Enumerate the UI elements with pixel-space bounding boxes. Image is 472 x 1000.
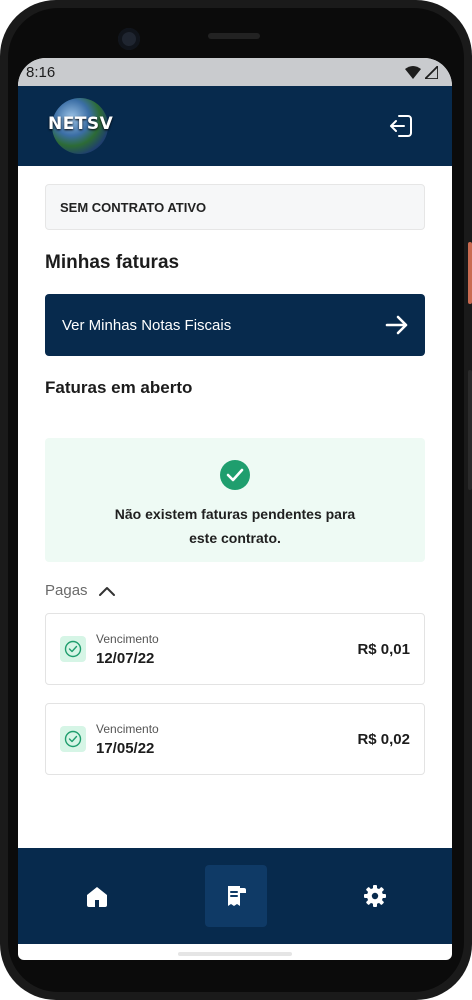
open-invoices-title: Faturas em aberto (45, 378, 193, 397)
nav-settings[interactable] (344, 865, 406, 927)
app-header: NETSV (18, 86, 452, 166)
invoice-info: Vencimento 17/05/22 (60, 722, 159, 757)
invoice-due-label: Vencimento (96, 631, 159, 646)
logout-icon[interactable] (388, 113, 414, 139)
netsv-logo: NETSV (46, 98, 114, 154)
bottom-navigation (18, 848, 452, 944)
volume-button (468, 370, 472, 490)
check-circle-icon (220, 460, 250, 490)
invoice-amount: R$ 0,02 (357, 730, 410, 748)
paid-invoices-toggle[interactable]: Pagas (45, 582, 425, 599)
paid-toggle-label: Pagas (45, 582, 88, 599)
phone-frame: 8:16 NETSV SEM CONTRATO ATIVO Minhas fat… (0, 0, 472, 1000)
page-title: Minhas faturas (45, 252, 180, 273)
invoice-card[interactable]: Vencimento 12/07/22 R$ 0,01 (45, 613, 425, 685)
gesture-bar[interactable] (178, 952, 292, 956)
contract-status-box: SEM CONTRATO ATIVO (45, 184, 425, 230)
status-time: 8:16 (26, 63, 56, 81)
invoice-card[interactable]: Vencimento 17/05/22 R$ 0,02 (45, 703, 425, 775)
invoice-due-label: Vencimento (96, 721, 159, 736)
home-icon (87, 887, 107, 907)
front-camera (118, 28, 140, 50)
settings-icon (364, 885, 386, 907)
invoice-icon (228, 886, 246, 906)
status-icons (405, 65, 438, 79)
arrow-right-icon (385, 315, 408, 335)
contract-status-text: SEM CONTRATO ATIVO (60, 199, 207, 215)
paid-check-icon (60, 726, 86, 752)
invoice-amount: R$ 0,01 (357, 640, 410, 658)
view-invoices-button[interactable]: Ver Minhas Notas Fiscais (45, 294, 425, 356)
status-bar: 8:16 (18, 58, 452, 86)
wifi-icon (405, 65, 421, 79)
invoice-due-date: 12/07/22 (96, 649, 155, 667)
paid-check-icon (60, 636, 86, 662)
chevron-up-icon (98, 586, 115, 596)
view-invoices-label: Ver Minhas Notas Fiscais (62, 316, 232, 334)
earpiece-speaker (208, 33, 260, 39)
nav-invoices[interactable] (205, 865, 267, 927)
screen: 8:16 NETSV SEM CONTRATO ATIVO Minhas fat… (18, 58, 452, 960)
nav-home[interactable] (66, 865, 128, 927)
logo-text: NETSV (48, 114, 114, 134)
empty-message: Não existem faturas pendentes para este … (114, 506, 356, 546)
power-button (468, 242, 472, 304)
main-content: SEM CONTRATO ATIVO Minhas faturas Ver Mi… (18, 166, 452, 775)
invoice-due-date: 17/05/22 (96, 739, 155, 757)
invoice-info: Vencimento 12/07/22 (60, 632, 159, 667)
signal-icon (425, 65, 438, 79)
no-pending-invoices-panel: Não existem faturas pendentes para este … (45, 438, 425, 562)
